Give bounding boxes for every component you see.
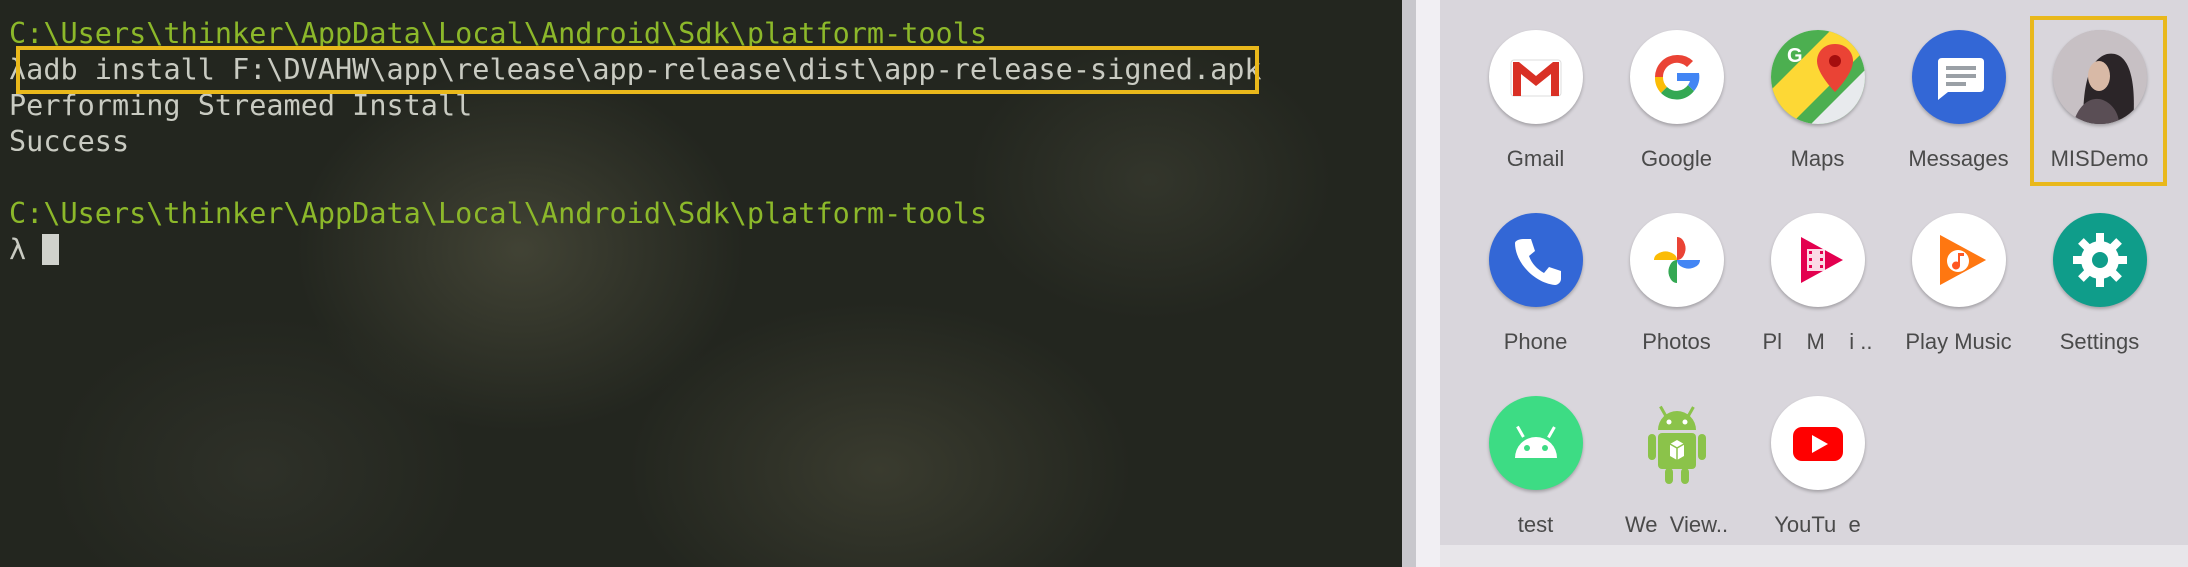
photos-icon [1629, 213, 1724, 307]
launcher-bottom-bar [1440, 545, 2188, 567]
app-label: We View.. [1624, 512, 1729, 537]
app-label: Gmail [1506, 146, 1565, 171]
app-settings[interactable]: Settings [2029, 213, 2170, 355]
google-icon [1629, 30, 1724, 124]
gmail-icon [1488, 30, 1583, 124]
prompt-path: C:\Users\thinker\AppData\Local\Android\S… [9, 197, 988, 230]
app-webview[interactable]: We View.. [1606, 396, 1747, 538]
messages-icon [1911, 30, 2006, 124]
text-cursor [42, 234, 60, 265]
app-label: test [1517, 512, 1554, 537]
terminal-scrollbar[interactable] [1402, 0, 1416, 567]
android-icon [1488, 396, 1583, 490]
app-google[interactable]: Google [1606, 30, 1747, 172]
app-test[interactable]: test [1465, 396, 1606, 538]
app-label: Maps [1790, 146, 1845, 171]
settings-icon [2052, 213, 2147, 307]
play-music-icon [1911, 213, 2006, 307]
app-label: Settings [2059, 329, 2140, 354]
command-highlight-box [16, 46, 1259, 94]
app-maps[interactable]: G Maps [1747, 30, 1888, 172]
misdemo-highlight-box [2030, 16, 2167, 186]
app-play-music[interactable]: Play Music [1888, 213, 2029, 355]
output-line: Success [9, 125, 130, 158]
svg-text:G: G [1787, 45, 1803, 67]
app-play-movies[interactable]: Pl M i .. [1747, 213, 1888, 355]
app-label: YouTu e [1774, 512, 1861, 537]
app-gmail[interactable]: Gmail [1465, 30, 1606, 172]
app-label: Google [1641, 146, 1712, 171]
app-youtube[interactable]: YouTu e [1747, 396, 1888, 538]
app-label: Pl M i .. [1762, 329, 1873, 354]
prompt-symbol: λ [9, 233, 27, 266]
play-movies-icon [1770, 213, 1865, 307]
app-label: Messages [1908, 146, 2009, 171]
app-phone[interactable]: Phone [1465, 213, 1606, 355]
app-messages[interactable]: Messages [1888, 30, 2029, 172]
window-divider [1416, 0, 1440, 567]
app-label: Photos [1642, 329, 1711, 354]
youtube-icon [1770, 396, 1865, 490]
webview-icon [1630, 396, 1724, 490]
app-photos[interactable]: Photos [1606, 213, 1747, 355]
app-label: Phone [1503, 329, 1568, 354]
maps-icon: G [1770, 30, 1865, 124]
input-line[interactable]: λ [9, 232, 60, 268]
app-label: Play Music [1905, 329, 2012, 354]
phone-icon [1488, 213, 1583, 307]
terminal-window[interactable]: C:\Users\thinker\AppData\Local\Android\S… [0, 0, 1402, 567]
